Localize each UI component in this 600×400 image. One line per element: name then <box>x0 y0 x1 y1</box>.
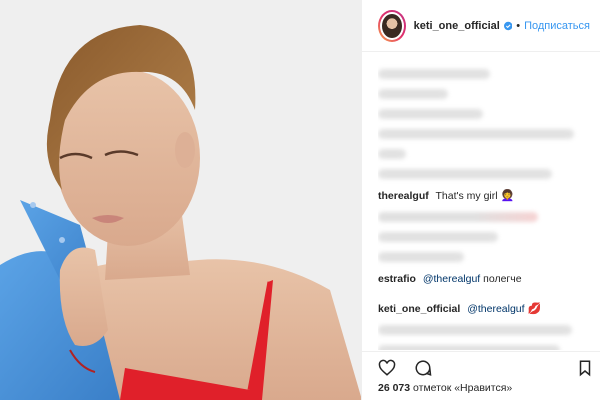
instagram-post: keti_one_official • Подписаться therealg… <box>0 0 600 400</box>
author-username[interactable]: keti_one_official <box>414 20 500 32</box>
verified-badge-icon <box>503 21 513 30</box>
likes-number: 26 073 <box>378 382 411 394</box>
likes-label: отметок «Нравится» <box>413 382 513 394</box>
heart-icon[interactable] <box>378 359 396 377</box>
blurred-comment <box>378 325 572 335</box>
comment-mention[interactable]: @therealguf <box>423 273 480 285</box>
blurred-comment <box>378 232 498 242</box>
blurred-comment <box>378 252 464 262</box>
follow-button[interactable]: Подписаться <box>524 20 590 32</box>
comment-text: полегче <box>483 273 522 285</box>
comments-list: therealguf That's my girl 👩‍🦱 estrafio @… <box>378 60 592 350</box>
separator-dot: • <box>516 19 521 32</box>
bookmark-icon[interactable] <box>576 359 594 377</box>
blurred-comment <box>378 212 538 222</box>
blurred-comment <box>378 129 574 139</box>
avatar[interactable] <box>378 9 406 42</box>
blurred-comment <box>378 169 552 179</box>
comment-username[interactable]: keti_one_official <box>378 303 460 315</box>
comment-username[interactable]: therealguf <box>378 190 429 202</box>
comment-username[interactable]: estrafio <box>378 273 416 285</box>
post-photo[interactable] <box>0 0 361 400</box>
avatar-image <box>380 11 404 40</box>
action-icons <box>378 359 432 377</box>
comment-item: estrafio @therealguf полегче <box>378 272 592 286</box>
post-sidebar: keti_one_official • Подписаться therealg… <box>361 0 600 400</box>
comment-item: keti_one_official @therealguf 💋 <box>378 302 592 316</box>
comment-mention[interactable]: @therealguf <box>467 303 524 315</box>
blurred-comment <box>378 89 448 99</box>
blurred-comment <box>378 109 483 119</box>
post-actions: 26 073 отметок «Нравится» <box>362 351 600 400</box>
blurred-comment <box>378 345 560 350</box>
comment-item: therealguf That's my girl 👩‍🦱 <box>378 189 592 203</box>
blurred-comment <box>378 69 490 79</box>
post-header: keti_one_official • Подписаться <box>362 0 600 52</box>
likes-count: 26 073 отметок «Нравится» <box>378 382 512 394</box>
blurred-comment <box>378 149 406 159</box>
comment-icon[interactable] <box>414 359 432 377</box>
lips-emoji-icon: 💋 <box>527 303 542 315</box>
woman-portrait-image <box>0 0 361 400</box>
woman-emoji-icon: 👩‍🦱 <box>500 190 515 202</box>
comment-text: That's my girl <box>435 190 498 202</box>
